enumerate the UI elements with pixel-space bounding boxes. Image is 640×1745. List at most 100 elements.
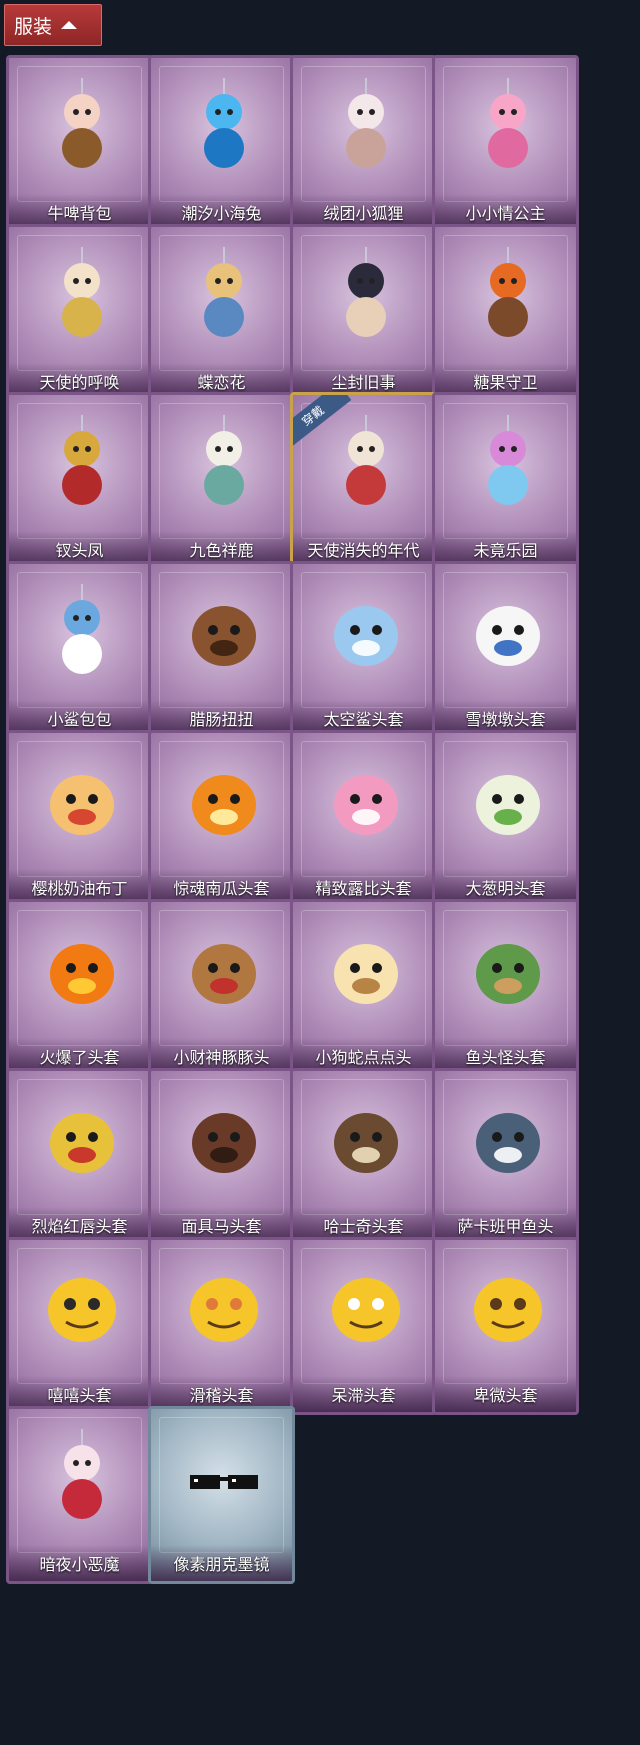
item-name: 雪墩墩头套 <box>465 710 546 729</box>
pumpkin-head-icon <box>184 751 264 846</box>
item-name: 暗夜小恶魔 <box>39 1555 120 1574</box>
space-shark-head-icon <box>326 582 406 677</box>
gentleman-doll-icon <box>326 245 406 340</box>
horse-head-icon <box>184 1089 264 1184</box>
pixel-sunglasses-icon <box>184 1427 264 1522</box>
scallion-head-icon <box>468 751 548 846</box>
item-name: 九色祥鹿 <box>189 541 254 560</box>
outfit-grid: 牛啤背包 潮汐小海兔 绒团小狐狸 小小情公主 天使的呼唤 蝶恋花 尘封旧事 糖果… <box>0 0 640 1745</box>
outfit-item-card[interactable]: 九色祥鹿 <box>148 392 295 570</box>
outfit-item-card[interactable]: 鱼头怪头套 <box>432 899 579 1077</box>
item-name: 大葱明头套 <box>465 879 546 898</box>
outfit-item-card[interactable]: 蝶恋花 <box>148 224 295 402</box>
outfit-item-card[interactable]: 绒团小狐狸 <box>290 55 437 233</box>
sakabambaspis-head-icon <box>468 1089 548 1184</box>
little-devil-icon <box>42 1427 122 1522</box>
item-name: 像素朋克墨镜 <box>173 1555 270 1574</box>
item-name: 太空鲨头套 <box>323 710 404 729</box>
item-name: 烈焰红唇头套 <box>31 1217 128 1236</box>
dachshund-head-icon <box>184 582 264 677</box>
item-name: 小小情公主 <box>465 204 546 223</box>
white-deer-icon <box>184 413 264 508</box>
outfit-item-card[interactable]: 小鲨包包 <box>6 561 153 739</box>
outfit-item-card[interactable]: 哈士奇头套 <box>290 1068 437 1246</box>
snowman-head-icon <box>468 582 548 677</box>
smirk-emoji-head-icon <box>184 1258 264 1353</box>
item-name: 潮汐小海兔 <box>181 204 262 223</box>
outfit-item-card[interactable]: 樱桃奶油布丁 <box>6 730 153 908</box>
outfit-item-card[interactable]: 雪墩墩头套 <box>432 561 579 739</box>
outfit-item-card[interactable]: 像素朋克墨镜 <box>148 1406 295 1584</box>
outfit-item-card[interactable]: 糖果守卫 <box>432 224 579 402</box>
outfit-item-card[interactable]: 烈焰红唇头套 <box>6 1068 153 1246</box>
outfit-item-card[interactable]: 卑微头套 <box>432 1237 579 1415</box>
pastel-clown-icon <box>468 413 548 508</box>
outfit-item-card[interactable]: 钗头凤 <box>6 392 153 570</box>
item-name: 牛啤背包 <box>47 204 112 223</box>
outfit-item-card[interactable]: 嘻嘻头套 <box>6 1237 153 1415</box>
outfit-item-card[interactable]: 火爆了头套 <box>6 899 153 1077</box>
item-name: 卑微头套 <box>473 1386 538 1405</box>
outfit-item-card[interactable]: 大葱明头套 <box>432 730 579 908</box>
outfit-item-card[interactable]: 暗夜小恶魔 <box>6 1406 153 1584</box>
outfit-item-card[interactable]: 腊肠扭扭 <box>148 561 295 739</box>
pink-princess-icon <box>468 76 548 171</box>
item-name: 天使的呼唤 <box>39 373 120 392</box>
item-name: 钗头凤 <box>55 541 104 560</box>
item-name: 小财神豚豚头 <box>173 1048 270 1067</box>
blue-sea-bunny-icon <box>184 76 264 171</box>
humble-emoji-head-icon <box>468 1258 548 1353</box>
outfit-item-card[interactable]: 尘封旧事 <box>290 224 437 402</box>
outfit-item-card[interactable]: 小狗蛇点点头 <box>290 899 437 1077</box>
outfit-item-card[interactable]: 萨卡班甲鱼头 <box>432 1068 579 1246</box>
item-name: 惊魂南瓜头套 <box>173 879 270 898</box>
item-name: 嘻嘻头套 <box>47 1386 112 1405</box>
outfit-item-card[interactable]: 潮汐小海兔 <box>148 55 295 233</box>
husky-head-icon <box>326 1089 406 1184</box>
yellow-mouse-head-icon <box>42 1089 122 1184</box>
bell-wreath-icon <box>184 245 264 340</box>
item-name: 滑稽头套 <box>189 1386 254 1405</box>
outfit-item-card[interactable]: 天使的呼唤 <box>6 224 153 402</box>
item-name: 精致露比头套 <box>315 879 412 898</box>
outfit-item-card[interactable]: 小财神豚豚头 <box>148 899 295 1077</box>
item-name: 尘封旧事 <box>331 373 396 392</box>
item-name: 樱桃奶油布丁 <box>31 879 128 898</box>
pudding-head-icon <box>42 751 122 846</box>
item-name: 火爆了头套 <box>39 1048 120 1067</box>
outfit-item-card[interactable]: 面具马头套 <box>148 1068 295 1246</box>
fish-head-icon <box>468 920 548 1015</box>
outfit-item-card[interactable]: 滑稽头套 <box>148 1237 295 1415</box>
item-name: 蝶恋花 <box>197 373 246 392</box>
outfit-item-card[interactable]: 天使消失的年代 穿戴 <box>290 392 437 570</box>
item-name: 面具马头套 <box>181 1217 262 1236</box>
outfit-item-card[interactable]: 精致露比头套 <box>290 730 437 908</box>
item-name: 哈士奇头套 <box>323 1217 404 1236</box>
grin-emoji-head-icon <box>42 1258 122 1353</box>
shark-bag-icon <box>42 582 122 677</box>
veiled-doll-icon <box>326 413 406 508</box>
item-name: 腊肠扭扭 <box>189 710 254 729</box>
item-name: 鱼头怪头套 <box>465 1048 546 1067</box>
outfit-item-card[interactable]: 太空鲨头套 <box>290 561 437 739</box>
item-name: 小狗蛇点点头 <box>315 1048 412 1067</box>
snake-head-icon <box>326 920 406 1015</box>
item-name: 糖果守卫 <box>473 373 538 392</box>
angel-doll-icon <box>42 245 122 340</box>
item-name: 萨卡班甲鱼头 <box>457 1217 554 1236</box>
outfit-item-card[interactable]: 未竟乐园 <box>432 392 579 570</box>
item-name: 小鲨包包 <box>47 710 112 729</box>
item-name: 天使消失的年代 <box>307 541 420 560</box>
outfit-item-card[interactable]: 小小情公主 <box>432 55 579 233</box>
item-name: 呆滞头套 <box>331 1386 396 1405</box>
item-name: 未竟乐园 <box>473 541 538 560</box>
pink-beaver-head-icon <box>326 751 406 846</box>
phoenix-crown-icon <box>42 413 122 508</box>
outfit-item-card[interactable]: 牛啤背包 <box>6 55 153 233</box>
outfit-item-card[interactable]: 呆滞头套 <box>290 1237 437 1415</box>
fire-head-icon <box>42 920 122 1015</box>
white-fox-icon <box>326 76 406 171</box>
outfit-item-card[interactable]: 惊魂南瓜头套 <box>148 730 295 908</box>
pumpkin-scarecrow-icon <box>468 245 548 340</box>
cow-beer-barrel-icon <box>42 76 122 171</box>
